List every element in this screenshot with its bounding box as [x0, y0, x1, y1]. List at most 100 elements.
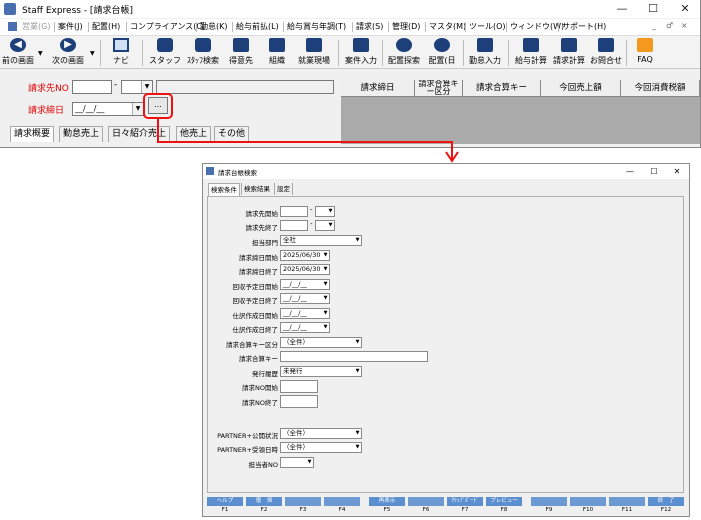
- field-label: 請求合算キー区分: [226, 341, 278, 349]
- function-key-bar: ヘルプ F1 復 帰 F2 F3 F4 再表示 F5 F6 ｸﾘｯﾌﾟﾎﾞｰﾄﾞ…: [207, 497, 684, 515]
- chevron-down-icon: ▼: [323, 310, 328, 316]
- chevron-down-icon: ▼: [323, 295, 328, 301]
- chevron-down-icon: ▼: [355, 368, 360, 374]
- f1-label: F1: [221, 507, 229, 513]
- f10-button[interactable]: [570, 497, 606, 506]
- field-label: 発行履歴: [252, 370, 278, 378]
- tab-search-results[interactable]: 検索結果: [241, 183, 272, 195]
- dialog-app-icon: [206, 167, 214, 175]
- f6-label: F6: [422, 507, 430, 513]
- journal-date-end-input[interactable]: __/__/__ ▼: [280, 322, 330, 333]
- chevron-down-icon: ▼: [328, 208, 333, 214]
- department-select[interactable]: 全社 ▼: [280, 235, 362, 246]
- f4-button[interactable]: [324, 497, 360, 506]
- chevron-down-icon: ▼: [307, 459, 312, 465]
- f6-button[interactable]: [408, 497, 444, 506]
- f3-label: F3: [299, 507, 307, 513]
- field-label: 仕訳作成日終了: [232, 326, 279, 334]
- billing-start-input[interactable]: [280, 206, 308, 217]
- dash-separator: -: [310, 220, 313, 228]
- issue-history-select[interactable]: 未発行 ▼: [280, 366, 362, 377]
- chevron-down-icon: ▼: [323, 324, 328, 330]
- journal-date-end-value: __/__/__: [283, 323, 307, 331]
- f11-label: F11: [621, 507, 633, 513]
- f8-preview-button[interactable]: プレビュー: [486, 497, 522, 506]
- search-conditions-panel: 請求先開始 - ▼ 請求先終了 - ▼ 担当部門 全社 ▼ 請求締日開始 2025…: [207, 196, 684, 493]
- f10-label: F10: [582, 507, 594, 513]
- billing-no-end-input[interactable]: [280, 395, 318, 408]
- tab-search-conditions[interactable]: 検索条件: [208, 183, 240, 196]
- field-label: 担当部門: [252, 239, 278, 247]
- dialog-minimize-button[interactable]: —: [619, 164, 641, 179]
- partner-publish-status-value: （全件）: [283, 429, 309, 437]
- billing-end-input[interactable]: [280, 220, 308, 231]
- field-label: 請求先開始: [245, 210, 279, 218]
- f3-button[interactable]: [285, 497, 321, 506]
- dialog-title: 請求台帳検索: [218, 169, 257, 177]
- closing-date-start-input[interactable]: 2025/06/30 ▼: [280, 250, 330, 261]
- f7-clipboard-button[interactable]: ｸﾘｯﾌﾟﾎﾞｰﾄﾞ: [447, 497, 483, 506]
- journal-date-start-value: __/__/__: [283, 309, 307, 317]
- f9-button[interactable]: [531, 497, 567, 506]
- tab-settings[interactable]: 設定: [274, 183, 293, 195]
- f9-label: F9: [545, 507, 553, 513]
- department-value: 全社: [283, 236, 296, 244]
- partner-publish-status-select[interactable]: （全件） ▼: [280, 428, 362, 439]
- field-label: 回収予定日開始: [232, 283, 279, 291]
- chevron-down-icon: ▼: [328, 222, 333, 228]
- search-dialog: 請求台帳検索 — ☐ ✕ 検索条件 検索結果 設定 請求先開始 - ▼ 請求先終…: [202, 163, 690, 517]
- dash-separator: -: [310, 206, 313, 214]
- f4-label: F4: [338, 507, 346, 513]
- field-label: 仕訳作成日開始: [232, 312, 279, 320]
- f12-label: F12: [660, 507, 672, 513]
- staff-no-select[interactable]: ▼: [280, 457, 314, 468]
- issue-history-value: 未発行: [283, 367, 303, 375]
- closing-date-end-input[interactable]: 2025/06/30 ▼: [280, 264, 330, 275]
- aggregation-key-type-value: （全件）: [283, 338, 309, 346]
- partner-received-date-value: （全件）: [283, 443, 309, 451]
- dialog-close-button[interactable]: ✕: [666, 164, 688, 179]
- f8-label: F8: [500, 507, 508, 513]
- journal-date-start-input[interactable]: __/__/__ ▼: [280, 308, 330, 319]
- billing-end-branch-select[interactable]: ▼: [315, 220, 335, 231]
- closing-date-start-value: 2025/06/30: [283, 251, 321, 259]
- field-label: 請求締日開始: [239, 254, 278, 262]
- f2-label: F2: [260, 507, 268, 513]
- f12-exit-button[interactable]: 終 了: [648, 497, 684, 506]
- callout-arrow: [157, 119, 459, 163]
- dialog-maximize-button[interactable]: ☐: [643, 164, 665, 179]
- f11-button[interactable]: [609, 497, 645, 506]
- chevron-down-icon: ▼: [323, 252, 328, 258]
- dialog-title-bar: 請求台帳検索 — ☐ ✕: [203, 164, 689, 179]
- field-label: PARTNER+受領日時: [217, 446, 278, 454]
- field-label: PARTNER+公開状況: [217, 432, 278, 440]
- chevron-down-icon: ▼: [355, 237, 360, 243]
- chevron-down-icon: ▼: [323, 281, 328, 287]
- billing-no-start-input[interactable]: [280, 380, 318, 393]
- f2-restore-button[interactable]: 復 帰: [246, 497, 282, 506]
- collection-date-end-value: __/__/__: [283, 294, 307, 302]
- f1-help-button[interactable]: ヘルプ: [207, 497, 243, 506]
- partner-received-date-select[interactable]: （全件） ▼: [280, 442, 362, 453]
- field-label: 請求NO終了: [242, 399, 278, 407]
- billing-start-branch-select[interactable]: ▼: [315, 206, 335, 217]
- collection-date-start-input[interactable]: __/__/__ ▼: [280, 279, 330, 290]
- chevron-down-icon: ▼: [355, 444, 360, 450]
- f5-label: F5: [383, 507, 391, 513]
- f7-label: F7: [461, 507, 469, 513]
- field-label: 担当者NO: [248, 461, 278, 469]
- f5-refresh-button[interactable]: 再表示: [369, 497, 405, 506]
- chevron-down-icon: ▼: [355, 339, 360, 345]
- aggregation-key-type-select[interactable]: （全件） ▼: [280, 337, 362, 348]
- collection-date-start-value: __/__/__: [283, 280, 307, 288]
- chevron-down-icon: ▼: [355, 430, 360, 436]
- field-label: 請求先終了: [245, 224, 279, 232]
- aggregation-key-input[interactable]: [280, 351, 428, 362]
- closing-date-end-value: 2025/06/30: [283, 265, 321, 273]
- field-label: 請求合算キー: [239, 355, 278, 363]
- chevron-down-icon: ▼: [323, 266, 328, 272]
- field-label: 請求NO開始: [242, 384, 278, 392]
- collection-date-end-input[interactable]: __/__/__ ▼: [280, 293, 330, 304]
- field-label: 請求締日終了: [239, 268, 278, 276]
- field-label: 回収予定日終了: [232, 297, 279, 305]
